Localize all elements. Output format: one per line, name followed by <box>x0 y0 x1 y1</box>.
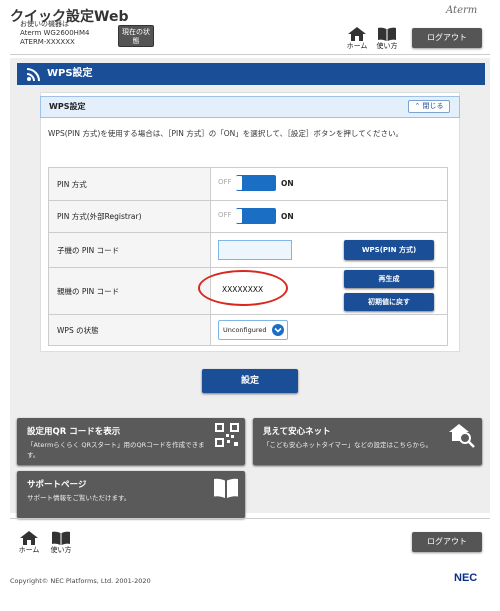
support-page-tile[interactable]: サポートページ サポート情報をご覧いただけます。 <box>17 471 245 518</box>
wps-pin-button[interactable]: WPS(PIN 方式) <box>344 240 434 260</box>
footer-manual-label: 使い方 <box>50 546 72 554</box>
footer-manual-button[interactable]: 使い方 <box>48 531 74 555</box>
wps-status-value: Unconfigured <box>223 326 267 334</box>
device-id: ATERM-XXXXXX <box>20 38 75 46</box>
close-section-button[interactable]: ⌃ 閉じる <box>408 100 450 113</box>
current-status-button[interactable]: 現在の状態 <box>118 25 154 47</box>
close-label: 閉じる <box>422 102 444 110</box>
qr-tile-subtitle: 「Atermらくらく QRスタート」用のQRコードを作成できます。 <box>27 441 205 459</box>
child-pin-input[interactable] <box>218 240 292 260</box>
mieteanshin-net-tile[interactable]: 見えて安心ネット 「こども安心ネットタイマー」などの設定はこちらから。 <box>253 418 482 465</box>
footer-logout-button[interactable]: ログアウト <box>412 532 482 552</box>
support-tile-subtitle: サポート情報をご覧いただけます。 <box>27 494 131 502</box>
parent-pin-label: 親機の PIN コード <box>49 268 211 314</box>
pin-external-toggle[interactable]: OFF <box>218 208 276 224</box>
header-manual-button[interactable]: 使い方 <box>374 27 400 51</box>
pin-external-off-label: OFF <box>218 211 232 219</box>
chevron-up-icon: ⌃ <box>414 102 421 110</box>
page-title-bar: WPS設定 <box>17 63 485 85</box>
qr-tile-title: 設定用QR コードを表示 <box>27 427 121 437</box>
mieteanshin-tile-title: 見えて安心ネット <box>263 427 331 437</box>
header-home-label: ホーム <box>346 42 368 50</box>
section-title: WPS設定 <box>49 102 86 111</box>
footer-home-button[interactable]: ホーム <box>16 531 42 555</box>
qr-code-tile[interactable]: 設定用QR コードを表示 「Atermらくらく QRスタート」用のQRコードを作… <box>17 418 245 465</box>
pin-external-label: PIN 方式(外部Registrar) <box>49 201 211 232</box>
home-icon <box>20 531 38 545</box>
home-icon <box>348 27 366 41</box>
highlight-ellipse <box>198 270 288 306</box>
pin-method-toggle[interactable]: OFF <box>218 175 276 191</box>
header-manual-label: 使い方 <box>376 42 398 50</box>
header-logout-button[interactable]: ログアウト <box>412 28 482 48</box>
support-tile-title: サポートページ <box>27 480 87 490</box>
regenerate-button[interactable]: 再生成 <box>344 270 434 288</box>
reset-default-button[interactable]: 初期値に戻す <box>344 293 434 311</box>
mieteanshin-tile-subtitle: 「こども安心ネットタイマー」などの設定はこちらから。 <box>263 441 432 449</box>
header: クイック設定Web お使いの機器は Aterm WG2600HM4 ATERM-… <box>0 0 500 54</box>
toggle-knob <box>236 176 242 190</box>
apply-button[interactable]: 設定 <box>202 369 298 393</box>
aterm-logo: Aterm <box>446 5 478 16</box>
qr-code-icon <box>215 423 239 447</box>
footer-divider <box>10 518 490 519</box>
book-icon <box>214 478 238 498</box>
device-caption: お使いの機器は <box>20 20 69 28</box>
pin-method-on-label: ON <box>281 179 294 188</box>
toggle-knob <box>236 209 242 223</box>
page-title: WPS設定 <box>47 68 93 79</box>
wps-status-label: WPS の状態 <box>49 315 211 345</box>
book-icon <box>378 27 396 41</box>
child-pin-label: 子機の PIN コード <box>49 233 211 267</box>
section-header: WPS設定 <box>40 96 460 118</box>
wps-status-select[interactable]: Unconfigured <box>218 320 288 340</box>
chevron-down-icon <box>272 324 284 336</box>
pin-method-off-label: OFF <box>218 178 232 186</box>
header-home-button[interactable]: ホーム <box>344 27 370 51</box>
section-description: WPS(PIN 方式)を使用する場合は、［PIN 方式］の「ON」を選択して、［… <box>48 129 403 138</box>
nec-logo: NEC <box>454 572 478 584</box>
wifi-icon <box>27 68 40 81</box>
book-icon <box>52 531 70 545</box>
house-search-icon <box>449 424 475 448</box>
copyright: Copyright© NEC Platforms, Ltd. 2001-2020 <box>10 577 151 585</box>
pin-external-on-label: ON <box>281 212 294 221</box>
header-divider <box>10 54 490 55</box>
footer-home-label: ホーム <box>18 546 40 554</box>
device-model: Aterm WG2600HM4 <box>20 29 90 37</box>
pin-method-label: PIN 方式 <box>49 168 211 200</box>
